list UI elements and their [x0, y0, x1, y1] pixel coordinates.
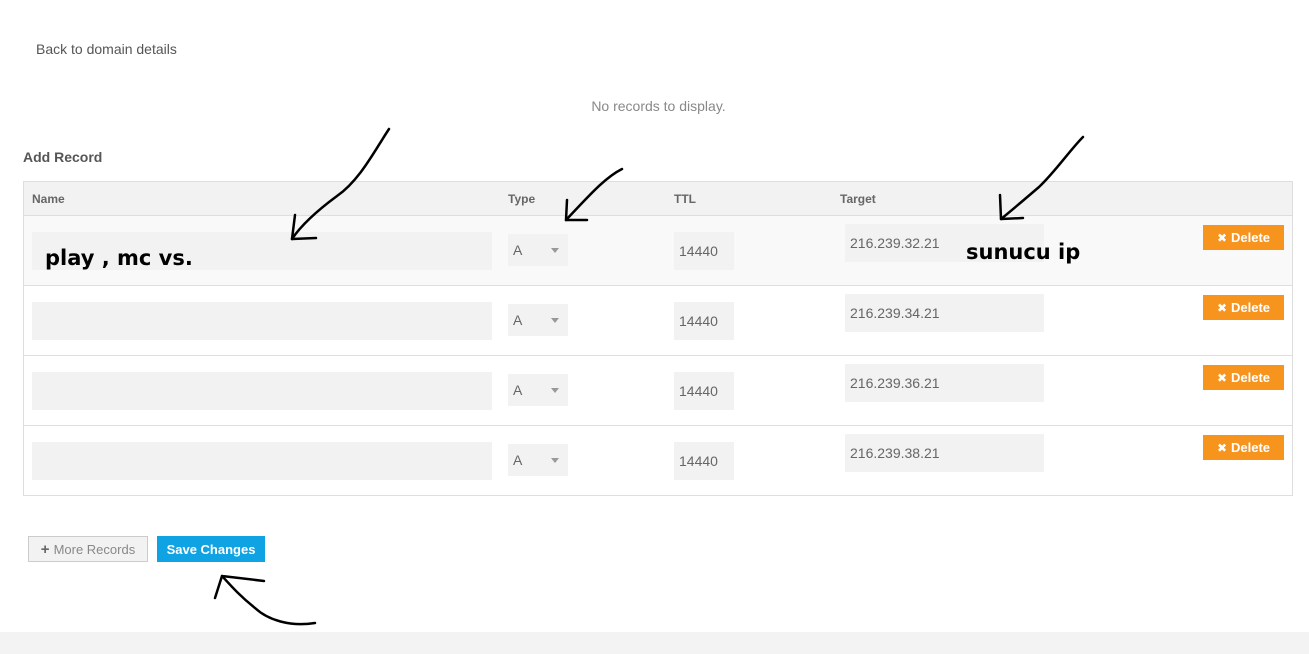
- arrow-to-target-icon: [998, 135, 1085, 221]
- arrow-to-type-icon: [564, 167, 624, 222]
- arrow-to-name-icon: [290, 127, 391, 241]
- arrow-to-save-icon: [213, 574, 317, 626]
- annotation-arrows: [213, 127, 1085, 626]
